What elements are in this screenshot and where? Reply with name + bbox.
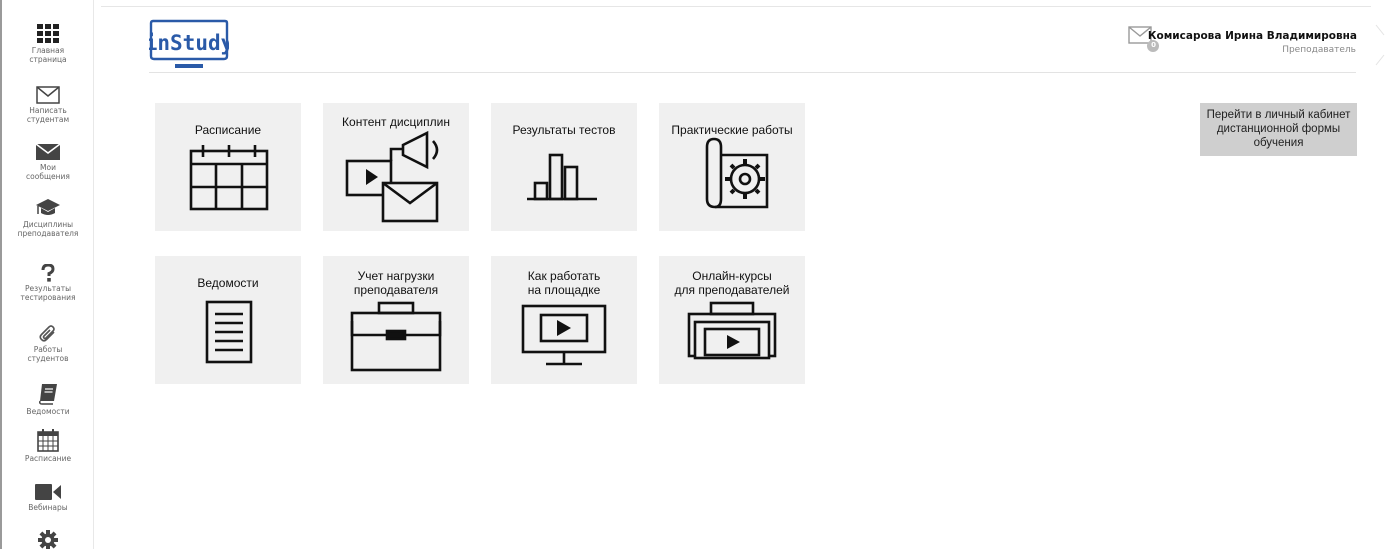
sidebar-item-label: Ведомости xyxy=(26,407,70,416)
top-divider xyxy=(101,6,1371,7)
svg-text:inStudy: inStudy xyxy=(149,31,229,55)
tile-practical-works[interactable]: Практические работы xyxy=(659,103,805,231)
document-icon xyxy=(205,300,253,364)
sidebar-item-webinars[interactable]: Вебинары xyxy=(2,483,94,512)
sidebar-item-label: Расписание xyxy=(24,454,72,463)
briefcase-icon xyxy=(350,301,442,372)
tile-statements[interactable]: Ведомости xyxy=(155,256,301,384)
instudy-logo[interactable]: inStudy xyxy=(145,19,234,74)
tile-online-courses[interactable]: Онлайн-курсы для преподавателей xyxy=(659,256,805,384)
distance-cabinet-button[interactable]: Перейти в личный кабинет дистанционной ф… xyxy=(1200,103,1357,156)
sidebar-item-my-messages[interactable]: Мои сообщения xyxy=(2,143,94,181)
sidebar: Главная страница Написать студентам Мои … xyxy=(0,0,94,549)
sidebar-item-label: Результаты тестирования xyxy=(20,284,76,302)
sidebar-item-student-works[interactable]: Работы студентов xyxy=(2,323,94,363)
monitor-play-icon xyxy=(521,304,607,366)
tile-test-results[interactable]: Результаты тестов xyxy=(491,103,637,231)
sidebar-item-statements[interactable]: Ведомости xyxy=(2,383,94,416)
graduation-cap-icon xyxy=(36,199,60,215)
user-name[interactable]: Комисарова Ирина Владимировна xyxy=(1148,30,1357,42)
sidebar-item-home[interactable]: Главная страница xyxy=(2,24,94,64)
decorative-line xyxy=(1375,24,1385,66)
user-role: Преподаватель xyxy=(1282,45,1356,55)
calendar-icon xyxy=(37,429,59,452)
gear-icon xyxy=(38,530,58,549)
envelope-outline-icon xyxy=(36,86,60,104)
media-content-icon xyxy=(345,130,439,223)
sidebar-item-label: Написать студентам xyxy=(26,106,70,124)
tile-how-to-work[interactable]: Как работать на площадке xyxy=(491,256,637,384)
envelope-filled-icon xyxy=(36,143,60,160)
unread-count-badge: 0 xyxy=(1151,41,1156,49)
sidebar-item-label: Мои сообщения xyxy=(26,163,70,181)
grid-icon xyxy=(37,24,59,43)
sidebar-item-test-results[interactable]: Результаты тестирования xyxy=(2,264,94,302)
sidebar-item-write-students[interactable]: Написать студентам xyxy=(2,86,94,124)
sidebar-item-schedule[interactable]: Расписание xyxy=(2,428,94,463)
tile-teacher-workload[interactable]: Учет нагрузки преподавателя xyxy=(323,256,469,384)
bar-chart-icon xyxy=(527,153,597,201)
calendar-icon xyxy=(189,145,269,211)
book-icon xyxy=(39,384,57,405)
header-divider xyxy=(149,72,1356,73)
video-camera-icon xyxy=(35,484,61,500)
video-case-icon xyxy=(687,301,777,360)
sidebar-item-label: Вебинары xyxy=(28,503,68,512)
blueprint-gear-icon xyxy=(705,137,769,209)
sidebar-item-disciplines[interactable]: Дисциплины преподавателя xyxy=(2,198,94,238)
sidebar-item-settings[interactable] xyxy=(2,530,94,549)
sidebar-item-label: Работы студентов xyxy=(27,345,69,363)
instudy-logo-image: inStudy xyxy=(145,19,234,68)
tile-discipline-content[interactable]: Контент дисциплин xyxy=(323,103,469,231)
sidebar-item-label: Главная страница xyxy=(29,46,67,64)
paperclip-icon xyxy=(39,325,55,342)
question-icon xyxy=(41,264,55,282)
sidebar-item-label: Дисциплины преподавателя xyxy=(17,220,79,238)
tile-schedule[interactable]: Расписание xyxy=(155,103,301,231)
